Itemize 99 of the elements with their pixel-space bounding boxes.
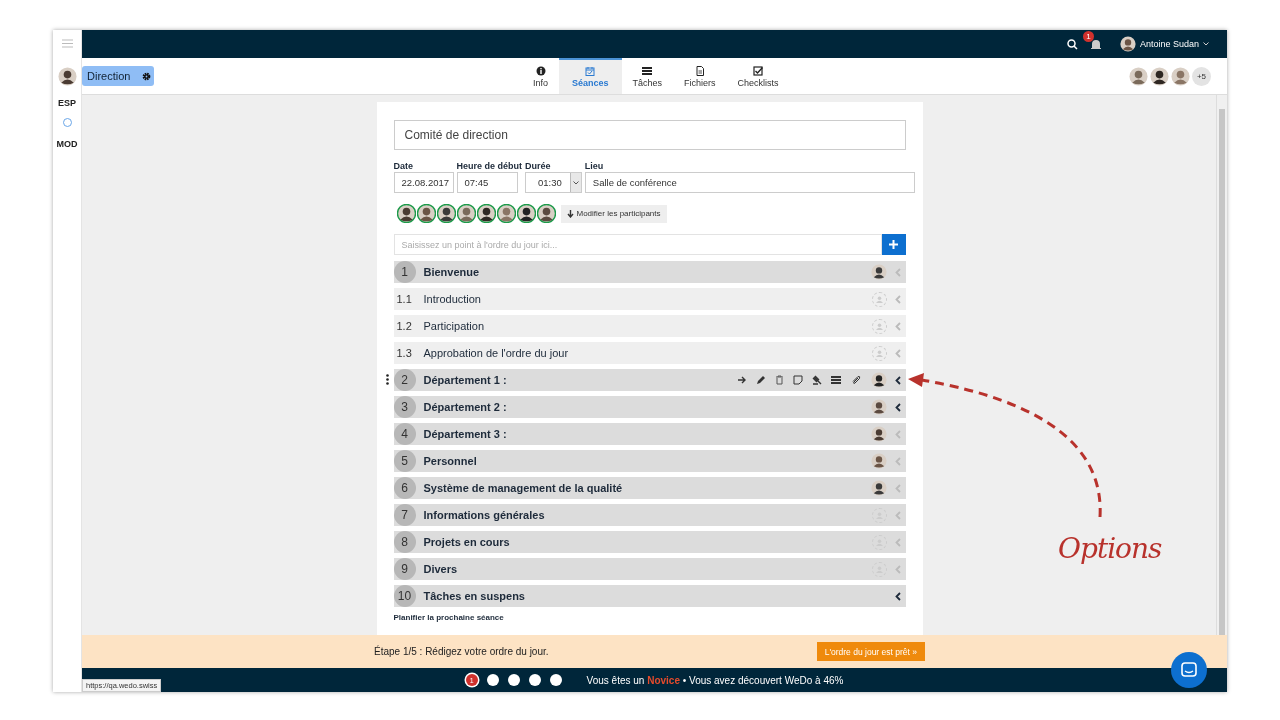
item-number: 6 (393, 477, 416, 499)
chat-icon (1181, 662, 1197, 678)
paperclip-icon[interactable] (850, 375, 861, 385)
tab[interactable]: Info (522, 58, 559, 94)
field-label: Lieu (584, 161, 605, 171)
item-number: 10 (393, 585, 416, 607)
field-label: Heure de début (456, 161, 522, 171)
progress-text: Vous êtes un Novice • Vous avez découvert WeDo à 46% (586, 674, 844, 686)
input-field[interactable]: 07:45 (456, 172, 518, 193)
avatar (1129, 66, 1148, 86)
item-title: Bienvenue (423, 266, 480, 278)
avatar (536, 204, 556, 223)
list-icon[interactable] (830, 375, 842, 385)
avatar (1150, 66, 1169, 86)
item-title: Informations générales (423, 509, 545, 521)
input-field[interactable]: 22.08.2017 (393, 172, 454, 193)
tab[interactable]: Checklists (726, 58, 790, 94)
gavel-icon[interactable] (811, 375, 822, 385)
item-title: Tâches en suspens (423, 590, 525, 602)
avatar (456, 204, 476, 223)
item-title: Département 3 : (423, 428, 507, 440)
more-members-badge[interactable]: +5 (1192, 66, 1211, 86)
avatar (57, 67, 77, 86)
item-number: 7 (393, 504, 416, 526)
avatar (516, 204, 536, 223)
document-icon (694, 66, 705, 76)
chevron-left-icon[interactable] (894, 591, 901, 601)
item-number: 8 (393, 531, 416, 553)
item-title: Introduction (423, 293, 481, 305)
item-title: Approbation de l'ordre du jour (423, 347, 569, 359)
chevron-left-icon[interactable] (894, 402, 901, 412)
item-number: 3 (393, 396, 416, 418)
item-number: 5 (393, 450, 416, 472)
item-number: 9 (393, 558, 416, 580)
avatar (436, 204, 456, 223)
item-number: 1.3 (395, 347, 413, 359)
duration-select[interactable]: 01:30 (525, 172, 582, 193)
item-number: 4 (393, 423, 416, 445)
sidebar-item[interactable]: MOD (56, 139, 78, 149)
calendar-icon (585, 66, 596, 76)
annotation-label: Options (1058, 532, 1162, 565)
agenda-item[interactable]: 4 Département 3 : (393, 423, 906, 445)
tab[interactable]: Tâches (621, 58, 674, 94)
avatar (396, 204, 416, 223)
agenda-item[interactable]: 5 Personnel (393, 450, 906, 472)
drag-handle-icon[interactable] (385, 374, 389, 385)
notification-badge: 1 (1082, 31, 1094, 42)
sidebar-item[interactable]: ESP (58, 98, 76, 108)
step-dot[interactable] (528, 674, 541, 686)
item-title: Personnel (423, 455, 477, 467)
info-icon (535, 66, 546, 76)
item-number: 1.1 (395, 293, 413, 305)
workspace-button[interactable]: Direction (82, 66, 154, 86)
arrow-right-icon[interactable] (736, 375, 747, 385)
meeting-title-field[interactable]: Comité de direction (393, 120, 906, 150)
avatar (496, 204, 516, 223)
step-text: Étape 1/5 : Rédigez votre ordre du jour. (374, 646, 549, 657)
item-title: Divers (423, 563, 458, 575)
user-menu[interactable]: Antoine Sudan (1119, 36, 1209, 52)
search-icon[interactable] (1066, 38, 1078, 50)
avatar (476, 204, 496, 223)
caret-down-icon[interactable] (572, 180, 579, 185)
trash-icon[interactable] (774, 375, 784, 385)
agenda-input-field[interactable]: Saisissez un point à l'ordre du jour ici... (393, 234, 882, 255)
item-title: Participation (423, 320, 485, 332)
item-title: Système de management de la qualité (423, 482, 623, 494)
chevron-left-icon[interactable] (894, 375, 901, 385)
avatar (1119, 36, 1136, 52)
item-title: Département 1 : (423, 374, 507, 386)
agenda-item[interactable]: 6 Système de management de la qualité (393, 477, 906, 499)
gear-icon[interactable] (142, 71, 151, 81)
arrow-down-icon (566, 209, 574, 218)
section-label: Planifier la prochaine séance (393, 613, 505, 622)
item-title: Projets en cours (423, 536, 510, 548)
agenda-item[interactable]: 3 Département 2 : (393, 396, 906, 418)
item-number: 1 (393, 261, 416, 283)
pencil-icon[interactable] (755, 375, 766, 385)
agenda-item[interactable]: 10 Tâches en suspens (393, 585, 906, 607)
item-title: Département 2 : (423, 401, 507, 413)
tab[interactable]: Séances (559, 58, 622, 94)
tab[interactable]: Fichiers (673, 58, 727, 94)
step-dot[interactable] (486, 674, 499, 686)
checkbox-icon (753, 66, 764, 76)
agenda-item[interactable]: 1 Bienvenue (393, 261, 906, 283)
plus-icon (889, 240, 898, 249)
step-dot[interactable] (549, 674, 562, 686)
field-label: Date (393, 161, 414, 171)
input-field[interactable]: Salle de conférence (584, 172, 915, 193)
field-label: Durée (525, 161, 552, 171)
scrollbar[interactable] (1216, 95, 1227, 635)
modify-participants-button[interactable]: Modifier les participants (560, 204, 667, 223)
avatar (1171, 66, 1190, 86)
add-button[interactable] (881, 234, 906, 255)
item-number: 2 (393, 369, 416, 391)
note-icon[interactable] (792, 375, 803, 385)
item-number: 1.2 (395, 320, 413, 332)
avatar (416, 204, 436, 223)
list-icon (642, 66, 653, 76)
step-dot[interactable] (507, 674, 520, 686)
